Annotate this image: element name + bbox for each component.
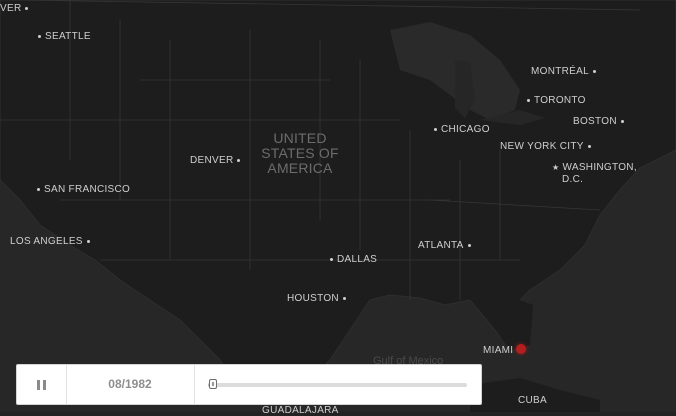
city-name: LOS ANGELES bbox=[10, 236, 83, 247]
city-dot-icon bbox=[592, 69, 596, 73]
city-name: NEW YORK CITY bbox=[500, 141, 584, 152]
city-label: BOSTON bbox=[573, 116, 628, 127]
map-canvas[interactable]: UNITED STATES OF AMERICA Gulf of Mexico … bbox=[0, 0, 676, 416]
city-name: MIAMI bbox=[483, 345, 514, 356]
pause-button[interactable] bbox=[17, 365, 67, 404]
city-name: ATLANTA bbox=[418, 240, 464, 251]
city-label: CHICAGO bbox=[430, 124, 490, 135]
city-label: ★ WASHINGTON, bbox=[549, 162, 637, 173]
city-dot-icon bbox=[467, 243, 471, 247]
country-label-line: UNITED bbox=[273, 130, 327, 146]
timeline-player: 08/1982 bbox=[16, 364, 482, 405]
city-dot-icon bbox=[620, 119, 624, 123]
city-label: HOUSTON bbox=[287, 293, 350, 304]
country-label-line: STATES OF bbox=[261, 145, 339, 161]
city-name: TORONTO bbox=[534, 95, 586, 106]
city-label: SAN FRANCISCO bbox=[33, 184, 130, 195]
city-name: SAN FRANCISCO bbox=[44, 184, 131, 195]
city-name: SEATTLE bbox=[45, 31, 91, 42]
city-name: DENVER bbox=[190, 155, 234, 166]
city-dot-icon bbox=[587, 144, 591, 148]
city-label: DENVER bbox=[190, 155, 244, 166]
city-name: VER bbox=[0, 3, 22, 14]
city-dot-icon bbox=[86, 239, 90, 243]
city-name: MONTRÉAL bbox=[531, 66, 589, 77]
country-label-line: AMERICA bbox=[267, 160, 333, 176]
city-name: WASHINGTON, bbox=[562, 162, 637, 174]
city-name: HOUSTON bbox=[287, 293, 339, 304]
city-dot-icon bbox=[38, 34, 41, 38]
city-label: GUADALAJARA bbox=[262, 405, 339, 416]
city-label: TORONTO bbox=[523, 95, 586, 106]
city-name: CUBA bbox=[518, 395, 547, 406]
city-name: BOSTON bbox=[573, 116, 617, 127]
city-label: D.C. bbox=[562, 174, 583, 185]
city-label: NEW YORK CITY bbox=[500, 141, 595, 152]
timeline-slider[interactable] bbox=[208, 379, 467, 389]
city-name: GUADALAJARA bbox=[262, 405, 339, 416]
city-label: ATLANTA bbox=[418, 240, 475, 251]
current-date: 08/1982 bbox=[66, 365, 195, 404]
city-label: SEATTLE bbox=[34, 31, 91, 42]
city-label: DALLAS bbox=[326, 254, 377, 265]
city-label: VER bbox=[0, 3, 32, 14]
country-label: UNITED STATES OF AMERICA bbox=[252, 131, 348, 176]
city-dot-icon bbox=[237, 158, 241, 162]
city-name: D.C. bbox=[562, 174, 584, 185]
city-name: CHICAGO bbox=[441, 124, 490, 135]
city-dot-icon bbox=[330, 257, 333, 261]
city-dot-icon bbox=[342, 296, 346, 300]
city-name: DALLAS bbox=[337, 254, 378, 265]
city-label: CUBA bbox=[518, 395, 547, 406]
city-label: MONTRÉAL bbox=[531, 66, 600, 77]
city-label: LOS ANGELES bbox=[10, 236, 94, 247]
event-marker[interactable] bbox=[516, 344, 526, 354]
city-dot-icon bbox=[434, 127, 437, 131]
city-dot-icon bbox=[25, 6, 29, 10]
map-background bbox=[0, 0, 676, 412]
city-dot-icon bbox=[37, 187, 40, 191]
city-dot-icon bbox=[527, 98, 530, 102]
timeline-handle[interactable] bbox=[209, 379, 218, 389]
capital-star-icon: ★ bbox=[552, 163, 560, 172]
